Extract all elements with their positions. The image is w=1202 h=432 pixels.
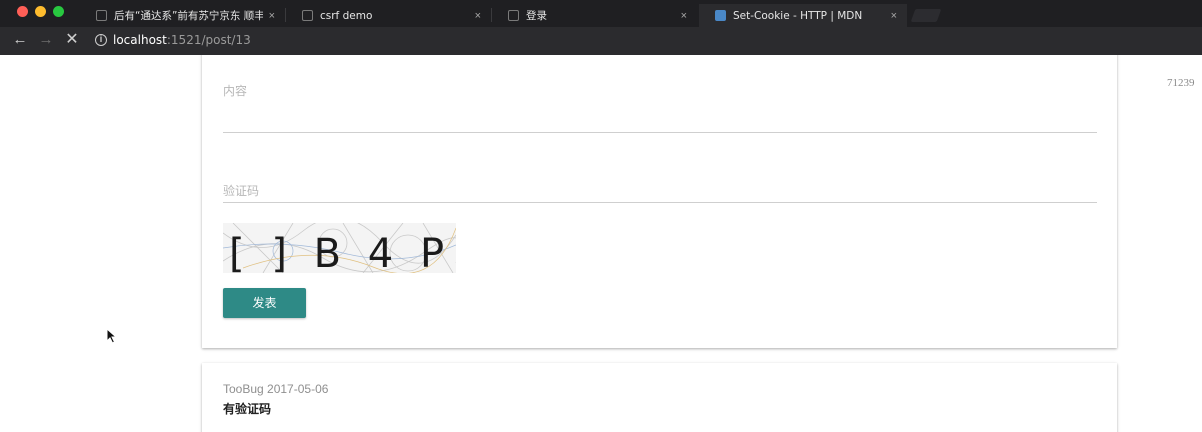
comment-form-card: 内容 验证码 [] B 4 P 发表 [202, 55, 1117, 348]
content-field[interactable]: 内容 [223, 82, 1097, 133]
browser-tab-news[interactable]: 后有“通达系”前有苏宁京东 顺丰 × [80, 4, 285, 27]
browser-tab-csrf-demo[interactable]: csrf demo × [286, 4, 491, 27]
tab-title: 后有“通达系”前有苏宁京东 顺丰 [114, 10, 263, 22]
page-icon [302, 10, 313, 21]
tab-close-icon[interactable]: × [269, 10, 275, 22]
forward-arrow-icon[interactable]: → [37, 31, 55, 49]
captcha-label: 验证码 [223, 184, 260, 198]
tab-title: csrf demo [320, 9, 373, 22]
stop-loading-icon[interactable]: ✕ [63, 31, 81, 49]
content-label: 内容 [223, 84, 248, 98]
new-tab-button[interactable] [910, 9, 942, 22]
browser-tab-login[interactable]: 登录 × [492, 4, 697, 27]
side-number: 71239 [1167, 77, 1195, 89]
back-arrow-icon[interactable]: ← [11, 31, 29, 49]
content-input-underline[interactable] [223, 132, 1097, 133]
tab-title: Set-Cookie - HTTP | MDN [733, 9, 863, 22]
browser-tabstrip: 后有“通达系”前有苏宁京东 顺丰 × csrf demo × 登录 × Set-… [0, 0, 1202, 27]
page-viewport: 内容 验证码 [] B 4 P 发表 TooBug 2017-05-06 有验… [0, 55, 1202, 432]
maximize-window-icon[interactable] [53, 6, 64, 17]
mouse-cursor-icon [106, 328, 118, 344]
close-window-icon[interactable] [17, 6, 28, 17]
post-card: TooBug 2017-05-06 有验证码 [202, 363, 1117, 432]
page-icon [96, 10, 107, 21]
captcha-field[interactable]: 验证码 [223, 182, 1097, 203]
tab-title: 登录 [526, 10, 547, 22]
url-path: :1521/post/13 [166, 33, 251, 47]
address-bar[interactable]: localhost:1521/post/13 [113, 33, 251, 47]
browser-tab-mdn[interactable]: Set-Cookie - HTTP | MDN × [699, 4, 907, 27]
tab-close-icon[interactable]: × [891, 10, 897, 22]
site-info-icon[interactable]: i [95, 34, 107, 46]
minimize-window-icon[interactable] [35, 6, 46, 17]
browser-toolbar: ← → ✕ i localhost:1521/post/13 [0, 27, 1202, 55]
publish-button[interactable]: 发表 [223, 288, 306, 318]
tab-close-icon[interactable]: × [475, 10, 481, 22]
post-meta: TooBug 2017-05-06 [223, 382, 329, 396]
url-host: localhost [113, 33, 167, 47]
captcha-input-underline[interactable] [223, 202, 1097, 203]
post-title: 有验证码 [223, 402, 272, 416]
captcha-graphic: [ ] B 4 P N [223, 223, 456, 273]
page-icon [508, 10, 519, 21]
tab-close-icon[interactable]: × [681, 10, 687, 22]
mdn-icon [715, 10, 726, 21]
captcha-image[interactable]: [ ] B 4 P N [223, 223, 456, 273]
captcha-text: [ ] B 4 P N [229, 231, 456, 273]
